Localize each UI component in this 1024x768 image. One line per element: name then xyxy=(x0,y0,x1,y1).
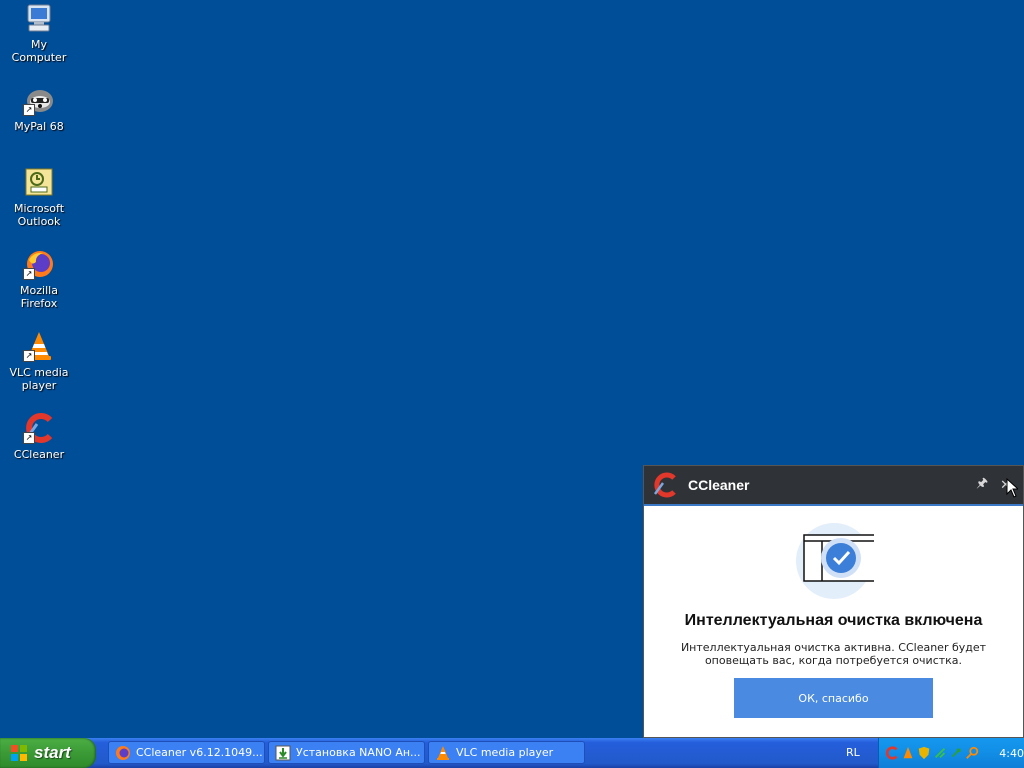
vlc-icon xyxy=(437,745,449,760)
ok-thanks-button[interactable]: ОК, спасибо xyxy=(734,678,933,718)
system-tray: 4:40 xyxy=(878,738,1024,768)
update-icon[interactable] xyxy=(949,745,963,761)
outlook-icon xyxy=(23,166,55,198)
shortcut-arrow-icon: ↗ xyxy=(23,432,35,444)
security-shield-icon[interactable] xyxy=(917,745,931,761)
network-icon[interactable] xyxy=(933,745,947,761)
ccleaner-tray-icon[interactable] xyxy=(885,745,899,761)
desktop-icon-label: VLC media player xyxy=(9,366,69,392)
windows-flag-icon xyxy=(11,745,27,761)
smart-cleaning-check-icon xyxy=(796,523,874,599)
mypal-icon: ↗ xyxy=(23,84,55,116)
clock[interactable]: 4:40 xyxy=(999,747,1024,760)
desktop-icon-outlook[interactable]: Microsoft Outlook xyxy=(0,166,78,228)
popup-message: Интеллектуальная очистка активна. CClean… xyxy=(680,641,987,667)
ccleaner-notification: CCleaner 🖈 ✕ Интеллектуальная очистка вк… xyxy=(643,465,1024,738)
desktop-icon-label: My Computer xyxy=(11,38,67,64)
desktop-icon-vlc[interactable]: ↗ VLC media player xyxy=(0,330,78,392)
language-indicator[interactable]: RL xyxy=(846,746,860,759)
desktop-icon-firefox[interactable]: ↗ Mozilla Firefox xyxy=(0,248,78,310)
start-label: start xyxy=(34,743,71,762)
my-computer-icon xyxy=(23,2,55,34)
start-button[interactable]: start xyxy=(0,738,96,768)
task-label: VLC media player xyxy=(456,746,554,759)
shortcut-arrow-icon: ↗ xyxy=(23,268,35,280)
firefox-icon xyxy=(116,745,130,760)
download-icon xyxy=(275,745,291,760)
desktop-icon-label: MyPal 68 xyxy=(14,120,64,133)
shortcut-arrow-icon: ↗ xyxy=(23,350,35,362)
taskbar-button-vlc[interactable]: VLC media player xyxy=(428,741,585,764)
vlc-tray-icon[interactable] xyxy=(901,745,915,761)
task-label: Установка NANO Ан... xyxy=(296,746,421,759)
desktop-icon-label: Microsoft Outlook xyxy=(13,202,65,228)
popup-titlebar[interactable]: CCleaner 🖈 ✕ xyxy=(644,466,1023,506)
desktop-icon-label: CCleaner xyxy=(13,448,65,461)
taskbar-button-ccleaner[interactable]: CCleaner v6.12.1049... xyxy=(108,741,265,764)
pin-icon[interactable]: 🖈 xyxy=(976,474,988,496)
mouse-cursor-icon xyxy=(1006,478,1018,498)
desktop-icon-my-computer[interactable]: My Computer xyxy=(0,2,78,64)
desktop-icon-mypal[interactable]: ↗ MyPal 68 xyxy=(0,84,78,133)
popup-title: CCleaner xyxy=(688,477,750,493)
shortcut-arrow-icon: ↗ xyxy=(23,104,35,116)
firefox-icon: ↗ xyxy=(23,248,55,280)
vlc-icon: ↗ xyxy=(23,330,55,362)
taskbar: start CCleaner v6.12.1049... Установка N… xyxy=(0,738,1024,768)
ccleaner-icon: ↗ xyxy=(23,412,55,444)
search-icon[interactable] xyxy=(965,745,979,761)
desktop-icon-label: Mozilla Firefox xyxy=(20,284,58,310)
ccleaner-logo-icon xyxy=(653,472,676,498)
desktop-icon-ccleaner[interactable]: ↗ CCleaner xyxy=(0,412,78,461)
taskbar-button-nano-install[interactable]: Установка NANO Ан... xyxy=(268,741,425,764)
popup-headline: Интеллектуальная очистка включена xyxy=(684,612,983,629)
task-label: CCleaner v6.12.1049... xyxy=(136,746,263,759)
